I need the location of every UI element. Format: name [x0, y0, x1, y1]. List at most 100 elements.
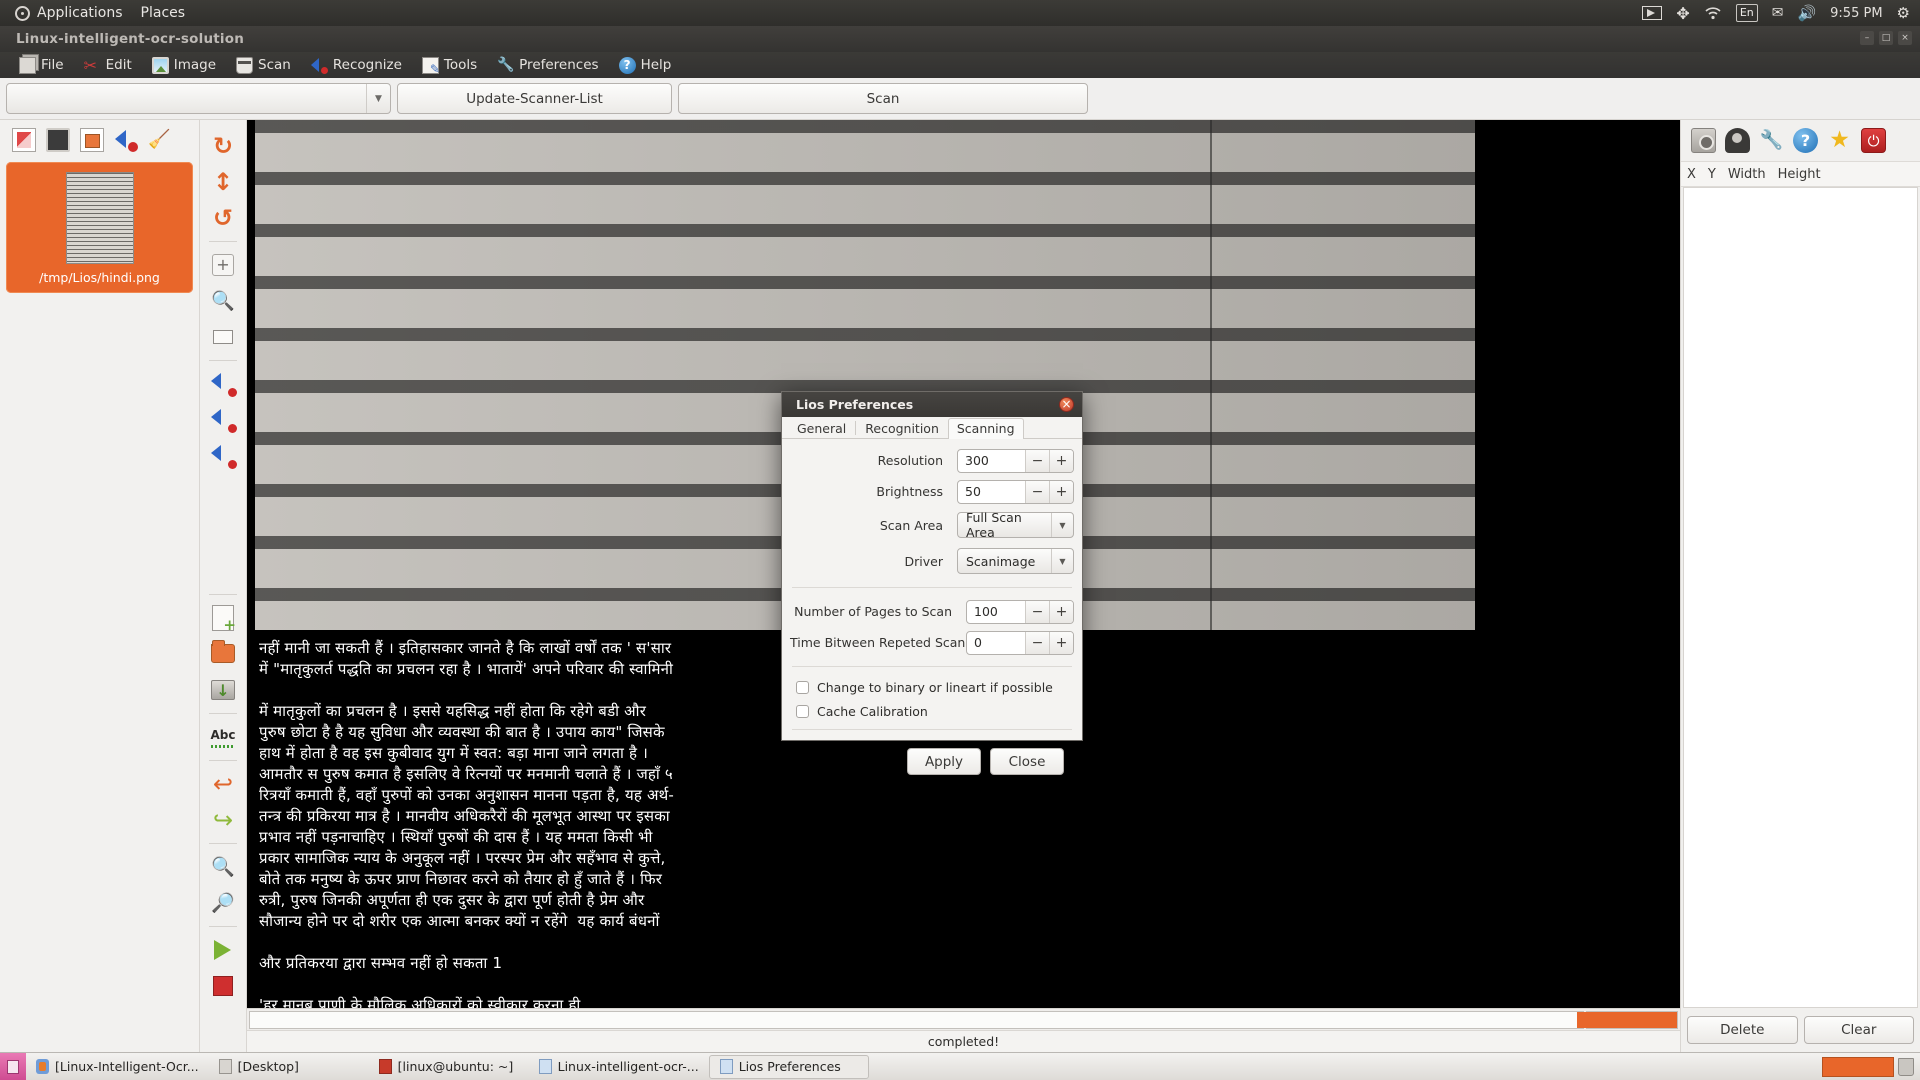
volume-icon[interactable]: 🔊	[1797, 4, 1816, 22]
menu-help[interactable]: Help	[610, 55, 681, 76]
clean-icon[interactable]	[148, 128, 172, 152]
time-decrement-button[interactable]: −	[1025, 631, 1049, 654]
taskbar-item-lios[interactable]: Linux-intelligent-ocr-...	[529, 1055, 709, 1079]
clock-label[interactable]: 9:55 PM	[1830, 4, 1882, 22]
menu-edit[interactable]: Edit	[75, 55, 141, 76]
media-player-icon[interactable]	[1642, 4, 1663, 22]
find-icon[interactable]	[208, 852, 238, 882]
brightness-value[interactable]: 50	[958, 484, 1025, 499]
save-icon[interactable]	[208, 675, 238, 705]
column-header-height[interactable]: Height	[1772, 167, 1827, 182]
tab-scanning[interactable]: Scanning	[947, 418, 1024, 439]
workspace-switcher[interactable]	[1822, 1056, 1894, 1077]
wifi-icon[interactable]	[1704, 4, 1722, 22]
pages-to-scan-stepper[interactable]: 100 − +	[966, 599, 1074, 624]
power-icon[interactable]	[1861, 128, 1886, 153]
column-header-x[interactable]: X	[1681, 167, 1702, 182]
maximize-button[interactable]: □	[1879, 31, 1893, 45]
column-header-y[interactable]: Y	[1702, 167, 1722, 182]
stop-icon[interactable]	[208, 971, 238, 1001]
undo-icon[interactable]	[208, 769, 238, 799]
delete-button[interactable]: Delete	[1687, 1016, 1798, 1044]
copy-page-icon[interactable]	[80, 128, 104, 152]
recognize-area-icon[interactable]	[208, 369, 238, 399]
taskbar-item-terminal[interactable]: [linux@ubuntu: ~]	[369, 1055, 529, 1079]
pages-decrement-button[interactable]: −	[1025, 600, 1049, 623]
time-between-value[interactable]: 0	[967, 635, 1025, 650]
open-folder-icon[interactable]	[208, 639, 238, 669]
trash-icon[interactable]	[1898, 1057, 1914, 1076]
checkbox-row-cache[interactable]: Cache Calibration	[790, 699, 1074, 723]
column-header-width[interactable]: Width	[1722, 167, 1772, 182]
play-icon[interactable]	[208, 935, 238, 965]
redo-icon[interactable]	[208, 805, 238, 835]
binary-lineart-checkbox[interactable]	[796, 680, 809, 694]
recognize-area-3-icon[interactable]	[208, 441, 238, 471]
apply-button[interactable]: Apply	[907, 748, 981, 775]
recognize-area-2-icon[interactable]	[208, 405, 238, 435]
gear-icon[interactable]: ⚙	[1897, 4, 1910, 22]
bluetooth-icon[interactable]: ✥	[1676, 4, 1689, 23]
recognize-page-icon[interactable]	[114, 128, 138, 152]
update-scanner-list-button[interactable]: Update-Scanner-List	[397, 83, 672, 114]
tab-general[interactable]: General	[788, 418, 855, 439]
zoom-icon[interactable]	[208, 286, 238, 316]
resolution-decrement-button[interactable]: −	[1025, 449, 1049, 472]
close-button[interactable]: ×	[1898, 31, 1912, 45]
mail-icon[interactable]: ✉	[1772, 4, 1784, 22]
page-split-icon[interactable]	[12, 128, 36, 152]
driver-select[interactable]: Scanimage ▼	[957, 548, 1074, 574]
resolution-value[interactable]: 300	[958, 453, 1025, 468]
brightness-decrement-button[interactable]: −	[1025, 480, 1049, 503]
resolution-stepper[interactable]: 300 − +	[957, 448, 1074, 473]
new-document-icon[interactable]	[208, 603, 238, 634]
flip-vertical-icon[interactable]	[208, 167, 238, 197]
rotate-right-icon[interactable]	[208, 131, 238, 161]
lios-preferences-dialog[interactable]: Lios Preferences General Recognition Sca…	[781, 391, 1083, 775]
clear-button[interactable]: Clear	[1803, 1016, 1914, 1044]
webcam-icon[interactable]	[1725, 128, 1750, 153]
area-table-body[interactable]	[1683, 187, 1918, 1008]
scan-button[interactable]: Scan	[678, 83, 1088, 114]
minimize-button[interactable]: –	[1860, 31, 1874, 45]
taskbar-item-browser[interactable]: [Linux-Intelligent-Ocr...	[26, 1055, 209, 1079]
pages-to-scan-value[interactable]: 100	[967, 604, 1025, 619]
spellcheck-icon[interactable]	[208, 722, 238, 752]
show-desktop-icon[interactable]	[0, 1053, 26, 1080]
keyboard-layout-indicator[interactable]: En	[1735, 4, 1758, 22]
find-replace-icon[interactable]	[208, 888, 238, 918]
taskbar-item-desktop[interactable]: [Desktop]	[209, 1055, 369, 1079]
settings-wrench-icon[interactable]	[1759, 128, 1784, 153]
help-icon[interactable]	[1793, 128, 1818, 153]
time-between-stepper[interactable]: 0 − +	[966, 630, 1074, 655]
places-menu[interactable]: Places	[132, 3, 195, 23]
time-increment-button[interactable]: +	[1049, 631, 1073, 654]
rotate-left-icon[interactable]	[208, 203, 238, 233]
pages-increment-button[interactable]: +	[1049, 600, 1073, 623]
checkbox-row-binary[interactable]: Change to binary or lineart if possible	[790, 675, 1074, 699]
resolution-increment-button[interactable]: +	[1049, 449, 1073, 472]
thumbnail-item[interactable]: /tmp/Lios/hindi.png	[6, 162, 193, 293]
menu-tools[interactable]: Tools	[413, 55, 486, 76]
camera-icon[interactable]	[1691, 128, 1716, 153]
cache-calibration-checkbox[interactable]	[796, 704, 809, 718]
close-icon[interactable]	[1059, 397, 1074, 412]
menu-file[interactable]: File	[10, 55, 73, 76]
black-page-icon[interactable]	[46, 128, 70, 152]
add-area-icon[interactable]	[208, 250, 238, 280]
scanner-device-combo[interactable]: ▼	[6, 83, 391, 114]
menu-image[interactable]: Image	[143, 55, 225, 76]
scan-area-select[interactable]: Full Scan Area ▼	[957, 510, 1074, 540]
tab-recognition[interactable]: Recognition	[856, 418, 948, 439]
applications-menu[interactable]: Applications	[6, 3, 132, 23]
binary-lineart-label: Change to binary or lineart if possible	[817, 679, 1053, 695]
taskbar-item-preferences[interactable]: Lios Preferences	[708, 1054, 869, 1079]
brightness-increment-button[interactable]: +	[1049, 480, 1073, 503]
favorite-star-icon[interactable]	[1827, 128, 1852, 153]
dialog-close-button[interactable]: Close	[990, 748, 1064, 775]
menu-recognize[interactable]: Recognize	[302, 55, 411, 76]
select-area-icon[interactable]	[208, 322, 238, 352]
brightness-stepper[interactable]: 50 − +	[957, 479, 1074, 504]
menu-scan[interactable]: Scan	[227, 55, 300, 76]
menu-preferences[interactable]: Preferences	[488, 55, 607, 76]
